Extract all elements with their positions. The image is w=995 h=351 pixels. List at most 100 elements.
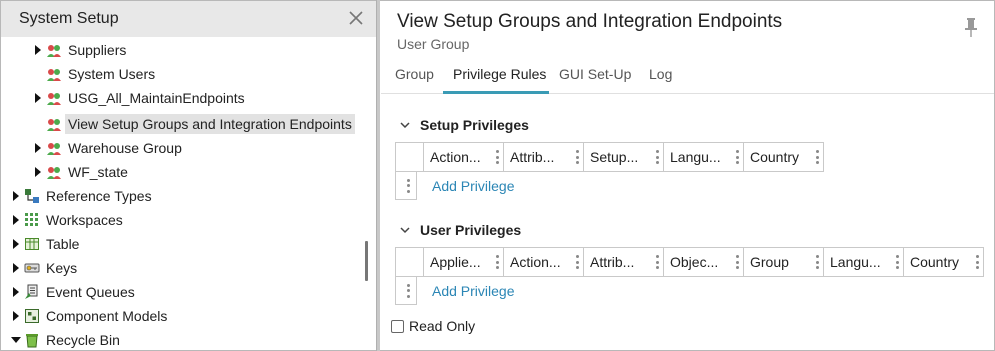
column-menu-icon[interactable] bbox=[495, 150, 499, 164]
tree-item-warehouse-group[interactable]: Warehouse Group bbox=[33, 136, 185, 160]
column-menu-icon[interactable] bbox=[815, 255, 819, 269]
column-header-country[interactable]: Country bbox=[903, 247, 984, 277]
tree-item-suppliers[interactable]: Suppliers bbox=[33, 38, 129, 62]
column-menu-icon[interactable] bbox=[735, 255, 739, 269]
tab-group[interactable]: Group bbox=[395, 66, 434, 82]
user-privileges-header[interactable]: User Privileges bbox=[399, 222, 521, 238]
read-only-checkbox[interactable] bbox=[391, 319, 404, 333]
panel-splitter[interactable] bbox=[376, 0, 380, 351]
tab-privilege-rules[interactable]: Privilege Rules bbox=[453, 66, 546, 82]
tree-item-recycle-bin[interactable]: Recycle Bin bbox=[11, 328, 123, 351]
chevron-down-icon[interactable] bbox=[399, 224, 411, 236]
tree-item-reference-types[interactable]: Reference Types bbox=[11, 184, 155, 208]
recycle-bin-icon bbox=[26, 334, 38, 348]
tree-item-label: Event Queues bbox=[46, 284, 135, 300]
column-menu-icon[interactable] bbox=[815, 150, 819, 164]
tree-item-wf-state[interactable]: WF_state bbox=[33, 160, 131, 184]
expand-icon[interactable] bbox=[33, 136, 43, 160]
tree-item-usg-all-maintainendpoints[interactable]: USG_All_MaintainEndpoints bbox=[33, 86, 248, 110]
tree-item-label: Suppliers bbox=[68, 42, 127, 58]
column-menu-icon[interactable] bbox=[975, 255, 979, 269]
tree-item-view-setup-groups[interactable]: View Setup Groups and Integration Endpoi… bbox=[33, 112, 355, 136]
tree-scrollbar[interactable] bbox=[365, 241, 368, 281]
column-menu-icon[interactable] bbox=[575, 150, 579, 164]
workspaces-icon bbox=[25, 213, 38, 226]
column-menu-icon[interactable] bbox=[895, 255, 899, 269]
panel-header: System Setup bbox=[1, 1, 376, 37]
event-queues-icon bbox=[25, 284, 38, 299]
tree-item-label: Warehouse Group bbox=[68, 140, 182, 156]
tree-item-event-queues[interactable]: Event Queues bbox=[11, 280, 138, 304]
tree-item-table[interactable]: Table bbox=[11, 232, 82, 256]
setup-privileges-header[interactable]: Setup Privileges bbox=[399, 117, 529, 133]
row-menu-icon[interactable] bbox=[395, 277, 417, 305]
keys-icon bbox=[24, 263, 40, 273]
expand-icon[interactable] bbox=[11, 256, 21, 280]
row-menu-icon[interactable] bbox=[395, 172, 417, 200]
tree-item-label: WF_state bbox=[68, 164, 128, 180]
details-panel: View Setup Groups and Integration Endpoi… bbox=[381, 1, 994, 350]
tree-item-label: USG_All_MaintainEndpoints bbox=[68, 90, 245, 106]
page-subtitle: User Group bbox=[397, 36, 470, 52]
collapse-icon[interactable] bbox=[11, 328, 21, 351]
column-header-language[interactable]: Langu... bbox=[823, 247, 904, 277]
tree-item-component-models[interactable]: Component Models bbox=[11, 304, 170, 328]
tree-item-keys[interactable]: Keys bbox=[11, 256, 80, 280]
section-title: User Privileges bbox=[420, 222, 522, 238]
setup-privileges-table: Action... Attrib... Setup... Langu... Co… bbox=[395, 142, 824, 172]
tree-item-label: Keys bbox=[46, 260, 78, 276]
tab-gui-setup[interactable]: GUI Set-Up bbox=[559, 66, 631, 82]
column-header-action[interactable]: Action... bbox=[423, 142, 504, 172]
setup-add-row: Add Privilege bbox=[395, 172, 515, 200]
column-menu-icon[interactable] bbox=[575, 255, 579, 269]
read-only-label: Read Only bbox=[409, 318, 476, 334]
expand-icon[interactable] bbox=[33, 38, 43, 62]
tree-item-workspaces[interactable]: Workspaces bbox=[11, 208, 126, 232]
table-header-row: Applie... Action... Attrib... Objec... G… bbox=[395, 247, 984, 277]
column-header-attribute[interactable]: Attrib... bbox=[503, 142, 584, 172]
page-title: View Setup Groups and Integration Endpoi… bbox=[397, 11, 783, 32]
add-setup-privilege-link[interactable]: Add Privilege bbox=[432, 178, 515, 194]
table-icon bbox=[25, 238, 39, 250]
setup-tree: Suppliers System Users USG_All_MaintainE… bbox=[1, 37, 361, 350]
tab-log[interactable]: Log bbox=[649, 66, 672, 82]
expand-icon[interactable] bbox=[11, 208, 21, 232]
column-header-group[interactable]: Group bbox=[743, 247, 824, 277]
expand-icon[interactable] bbox=[11, 304, 21, 328]
expand-icon[interactable] bbox=[33, 160, 43, 184]
pin-icon[interactable] bbox=[964, 17, 978, 39]
column-menu-icon[interactable] bbox=[735, 150, 739, 164]
column-header-applies[interactable]: Applie... bbox=[423, 247, 504, 277]
column-header-setup[interactable]: Setup... bbox=[583, 142, 664, 172]
row-handle-header bbox=[395, 142, 424, 172]
expand-icon[interactable] bbox=[11, 280, 21, 304]
column-header-action[interactable]: Action... bbox=[503, 247, 584, 277]
read-only-option[interactable]: Read Only bbox=[391, 318, 475, 334]
column-menu-icon[interactable] bbox=[655, 255, 659, 269]
user-privileges-table: Applie... Action... Attrib... Objec... G… bbox=[395, 247, 984, 277]
user-group-icon bbox=[47, 45, 61, 57]
tree-item-system-users[interactable]: System Users bbox=[33, 62, 158, 86]
active-tab-indicator bbox=[443, 91, 549, 94]
user-group-icon bbox=[47, 69, 61, 81]
column-header-country[interactable]: Country bbox=[743, 142, 824, 172]
expand-icon[interactable] bbox=[11, 232, 21, 256]
chevron-down-icon[interactable] bbox=[399, 119, 411, 131]
tree-item-label: Reference Types bbox=[46, 188, 152, 204]
column-menu-icon[interactable] bbox=[495, 255, 499, 269]
system-setup-panel: System Setup Suppliers System Users USG_… bbox=[1, 1, 376, 350]
row-handle-header bbox=[395, 247, 424, 277]
close-icon[interactable] bbox=[347, 9, 365, 27]
column-menu-icon[interactable] bbox=[655, 150, 659, 164]
column-header-language[interactable]: Langu... bbox=[663, 142, 744, 172]
tree-item-label: Component Models bbox=[46, 308, 168, 324]
column-header-object[interactable]: Objec... bbox=[663, 247, 744, 277]
add-user-privilege-link[interactable]: Add Privilege bbox=[432, 283, 515, 299]
table-header-row: Action... Attrib... Setup... Langu... Co… bbox=[395, 142, 824, 172]
user-group-icon bbox=[47, 93, 61, 105]
tree-item-label: Table bbox=[46, 236, 80, 252]
expand-icon[interactable] bbox=[11, 184, 21, 208]
tree-item-label: View Setup Groups and Integration Endpoi… bbox=[65, 114, 355, 134]
expand-icon[interactable] bbox=[33, 86, 43, 110]
column-header-attribute[interactable]: Attrib... bbox=[583, 247, 664, 277]
